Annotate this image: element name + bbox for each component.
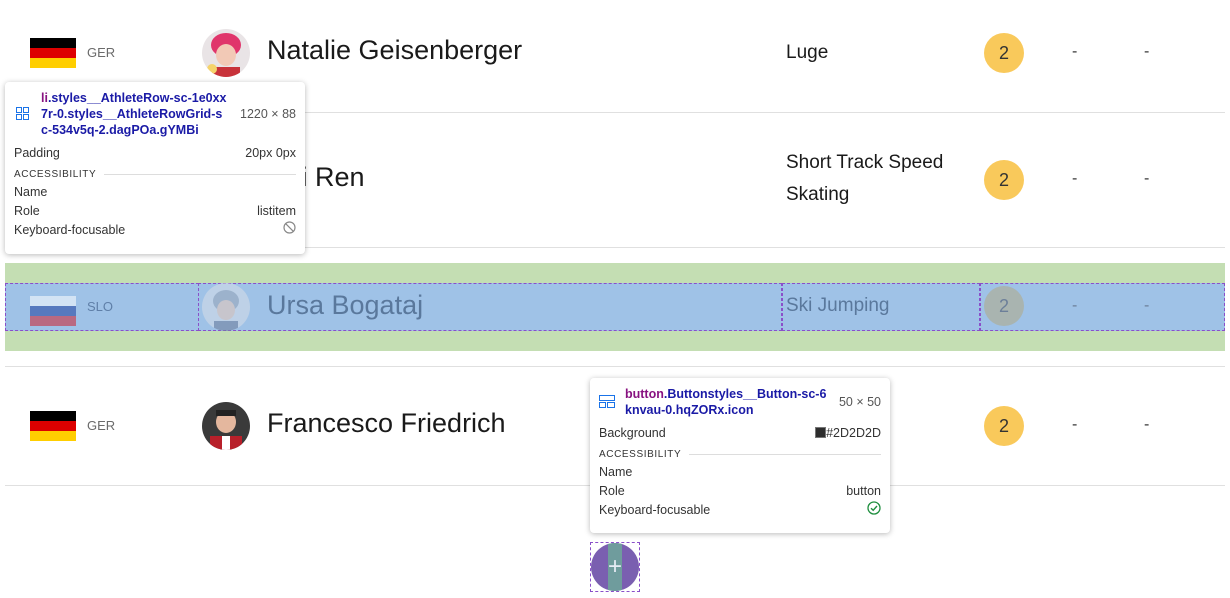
element-dimensions: 50 × 50 (838, 395, 881, 409)
not-focusable-icon (283, 221, 296, 240)
element-selector: li.styles__AthleteRow-sc-1e0xx7r-0.style… (41, 90, 228, 138)
selector-tag: button (625, 387, 664, 401)
element-selector: button.Buttonstyles__Button-sc-6knvau-0.… (625, 386, 829, 418)
selector-tag: li (41, 91, 48, 105)
role-label: Role (14, 204, 40, 218)
accessibility-heading: ACCESSIBILITY (14, 169, 97, 180)
role-value: listitem (257, 204, 296, 218)
country-code: GER (87, 418, 116, 433)
background-value: #2D2D2D (826, 426, 881, 440)
athlete-name: Natalie Geisenberger (267, 35, 523, 65)
bronze-count: - (1144, 416, 1150, 433)
name-label: Name (14, 185, 48, 199)
focusable-label: Keyboard-focusable (14, 223, 126, 237)
background-label: Background (599, 426, 666, 440)
plus-icon: + (607, 553, 622, 580)
sport-label: Ski Jumping (786, 295, 890, 316)
padding-label: Padding (14, 146, 60, 160)
avatar (202, 29, 250, 77)
silver-count: - (1072, 43, 1078, 60)
avatar (202, 283, 250, 331)
selector-class: .styles__AthleteRow-sc-1e0xx7r-0.styles_… (41, 91, 227, 137)
medal-count-badge: 2 (984, 406, 1024, 446)
flex-container-icon (599, 395, 615, 411)
silver-count: - (1072, 297, 1078, 314)
athlete-name: Ursa Bogataj (267, 290, 424, 320)
role-label: Role (599, 484, 625, 498)
role-value: button (846, 484, 881, 498)
medal-count-badge: 2 (984, 33, 1024, 73)
flag-germany-icon (30, 38, 76, 68)
sport-label: Short Track Speed Skating (786, 152, 944, 205)
avatar (202, 402, 250, 450)
grid-icon (16, 107, 29, 123)
row-divider (5, 366, 1225, 367)
sport-label: Luge (786, 42, 829, 63)
bronze-count: - (1144, 43, 1150, 60)
country-code: GER (87, 45, 116, 60)
element-dimensions: 1220 × 88 (240, 107, 296, 121)
flag-slovenia-icon (30, 296, 76, 326)
athlete-name: Francesco Friedrich (267, 408, 506, 438)
add-button[interactable]: + (591, 543, 639, 591)
inspector-tooltip-row: li.styles__AthleteRow-sc-1e0xx7r-0.style… (5, 82, 305, 254)
bronze-count: - (1144, 297, 1150, 314)
country-code: SLO (87, 299, 114, 314)
medal-count-badge: 2 (984, 160, 1024, 200)
background-value-wrap: #2D2D2D (815, 424, 881, 443)
check-circle-icon (867, 501, 881, 521)
medal-count-badge: 2 (984, 286, 1024, 326)
inspector-tooltip-button: button.Buttonstyles__Button-sc-6knvau-0.… (590, 378, 890, 533)
accessibility-heading: ACCESSIBILITY (599, 449, 682, 460)
flag-germany-icon (30, 411, 76, 441)
focusable-label: Keyboard-focusable (599, 503, 711, 517)
color-swatch-icon (815, 427, 827, 438)
bronze-count: - (1144, 170, 1150, 187)
padding-value: 20px 0px (245, 146, 296, 160)
name-label: Name (599, 465, 633, 479)
silver-count: - (1072, 170, 1078, 187)
silver-count: - (1072, 416, 1078, 433)
